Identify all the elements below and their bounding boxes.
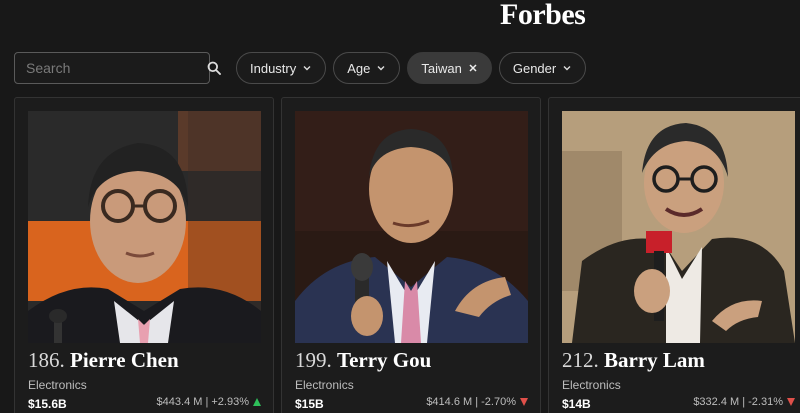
net-worth: $15B (295, 397, 324, 411)
close-icon[interactable] (468, 63, 478, 73)
daily-change: $443.4 M | +2.93% (157, 396, 261, 408)
age-filter[interactable]: Age (333, 52, 401, 84)
card-title[interactable]: 186. Pierre Chen (28, 348, 179, 373)
up-arrow-icon (253, 398, 261, 406)
industry-filter[interactable]: Industry (236, 52, 327, 84)
chevron-down-icon (303, 66, 311, 71)
billionaire-card[interactable]: 212. Barry Lam Electronics $14B $332.4 M… (548, 97, 800, 413)
down-arrow-icon (787, 398, 795, 406)
search-box[interactable] (14, 52, 221, 84)
net-worth: $14B (562, 397, 591, 411)
gender-filter[interactable]: Gender (498, 52, 587, 84)
rank: 186. (28, 348, 65, 372)
down-arrow-icon (520, 398, 528, 406)
profile-photo[interactable] (295, 111, 528, 343)
billionaire-card[interactable]: 199. Terry Gou Electronics $15B $414.6 M… (281, 97, 541, 413)
profile-photo[interactable] (562, 111, 795, 343)
industry-filter-label: Industry (250, 60, 297, 76)
search-input[interactable] (26, 60, 207, 76)
age-filter-label: Age (347, 60, 371, 76)
daily-change: $414.6 M | -2.70% (426, 396, 528, 408)
rank: 199. (295, 348, 332, 372)
daily-change-text: $414.6 M | -2.70% (426, 396, 516, 408)
person-name[interactable]: Barry Lam (604, 348, 705, 372)
industry-label: Electronics (295, 378, 354, 392)
billionaire-cards: 186. Pierre Chen Electronics $15.6B $443… (14, 97, 800, 413)
card-title[interactable]: 199. Terry Gou (295, 348, 431, 373)
chevron-down-icon (377, 66, 385, 71)
rank: 212. (562, 348, 599, 372)
taiwan-filter-label: Taiwan (421, 60, 462, 76)
forbes-logo[interactable]: Forbes (500, 0, 586, 32)
search-icon[interactable] (207, 60, 221, 76)
taiwan-filter[interactable]: Taiwan (407, 52, 492, 84)
daily-change-text: $443.4 M | +2.93% (156, 396, 249, 408)
billionaire-card[interactable]: 186. Pierre Chen Electronics $15.6B $443… (14, 97, 274, 413)
net-worth: $15.6B (28, 397, 67, 411)
filter-bar: Industry Age Taiwan Gender (236, 52, 587, 84)
gender-filter-label: Gender (512, 60, 557, 76)
person-name[interactable]: Pierre Chen (70, 348, 179, 372)
card-title[interactable]: 212. Barry Lam (562, 348, 705, 373)
person-name[interactable]: Terry Gou (337, 348, 431, 372)
daily-change-text: $332.4 M | -2.31% (693, 396, 783, 408)
industry-label: Electronics (562, 378, 621, 392)
profile-photo[interactable] (28, 111, 261, 343)
chevron-down-icon (563, 66, 571, 71)
daily-change: $332.4 M | -2.31% (693, 396, 795, 408)
industry-label: Electronics (28, 378, 87, 392)
